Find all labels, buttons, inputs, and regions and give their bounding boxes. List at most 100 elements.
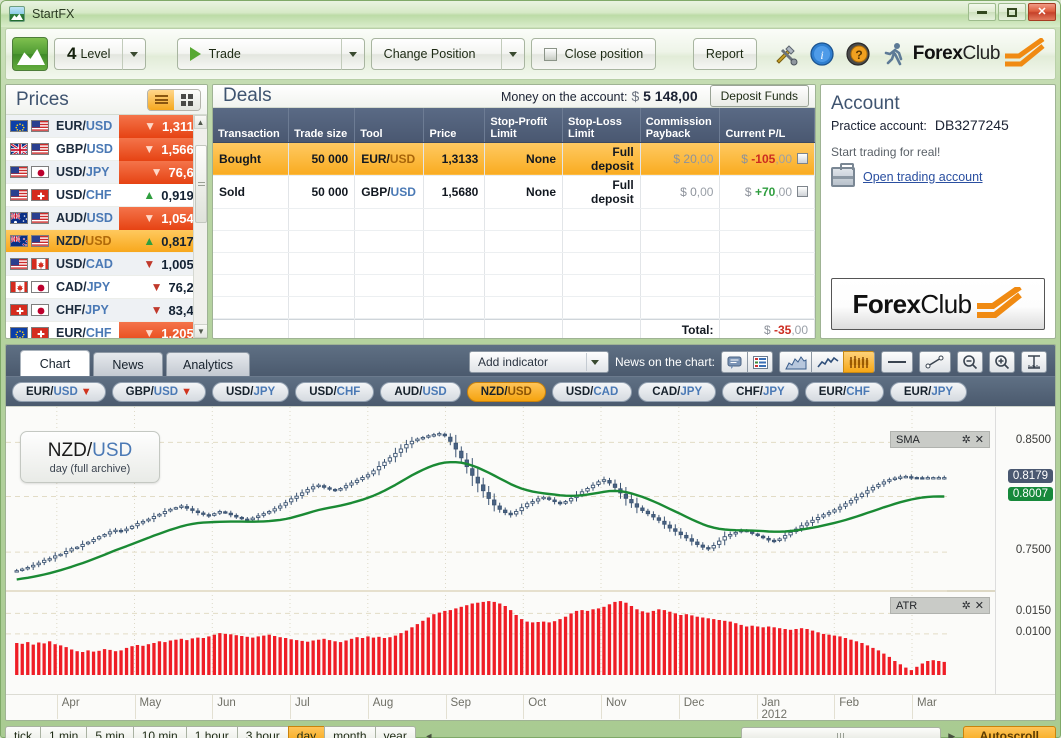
pair-chip-aud-usd[interactable]: AUD/USD	[380, 381, 461, 402]
tab-news[interactable]: News	[93, 352, 163, 376]
chart-scrollbar-thumb[interactable]	[740, 726, 941, 738]
level-dropdown-arrow[interactable]	[122, 38, 147, 70]
zoom-in-icon[interactable]	[989, 351, 1015, 373]
minimize-button[interactable]	[968, 3, 996, 21]
price-row[interactable]: USD/CAD ▼ 1,0054	[6, 253, 207, 276]
pair-chip-nzd-usd[interactable]: NZD/USD	[466, 381, 546, 402]
tab-chart[interactable]: Chart	[20, 350, 90, 376]
scroll-down-button[interactable]: ▼	[194, 324, 207, 338]
deals-column-header[interactable]: Price	[423, 108, 486, 143]
pair-chip-eur-usd[interactable]: EUR/USD ▼	[12, 381, 106, 402]
prices-scrollbar[interactable]: ▲ ▼	[193, 115, 207, 338]
gear-icon[interactable]: ✲	[962, 599, 971, 612]
timeframe-day[interactable]: day	[287, 725, 325, 738]
deals-column-header[interactable]: Stop-Loss Limit	[562, 108, 641, 143]
news-list-icon[interactable]	[747, 351, 773, 373]
gear-icon[interactable]: ✲	[962, 433, 971, 446]
prices-view-toggle[interactable]	[147, 88, 201, 111]
sma-indicator-label[interactable]: SMA ✲ ✕	[890, 431, 990, 448]
area-chart-icon[interactable]	[779, 351, 811, 373]
pl-indicator-box[interactable]	[797, 153, 808, 164]
pair-chip-gbp-usd[interactable]: GBP/USD ▼	[111, 381, 206, 402]
news-toggle-group[interactable]	[721, 351, 773, 373]
timeframe-month[interactable]: month	[324, 725, 375, 738]
close-icon[interactable]: ✕	[975, 599, 984, 612]
timeframe-10-min[interactable]: 10 min	[132, 725, 186, 738]
change-position-dropdown-arrow[interactable]	[500, 38, 525, 70]
timeframe-5-min[interactable]: 5 min	[86, 725, 133, 738]
deals-table-body[interactable]: Bought 50 000 EUR/USD 1,3133 None Full deposi…	[213, 142, 815, 319]
price-row[interactable]: GBP/USD ▼ 1,5666	[6, 137, 207, 161]
trade-control[interactable]: Trade	[176, 38, 365, 70]
deals-table-row[interactable]: Sold 50 000 GBP/USD 1,5680 None Full deposit $…	[213, 175, 815, 209]
trade-dropdown-arrow[interactable]	[340, 38, 365, 70]
news-bubble-icon[interactable]	[721, 351, 747, 373]
chart-tabs[interactable]: Chart News Analytics	[20, 350, 253, 376]
deals-column-header[interactable]: Stop-Profit Limit	[484, 108, 564, 143]
trade-button[interactable]: Trade	[176, 38, 341, 70]
deposit-funds-button[interactable]: Deposit Funds	[709, 85, 809, 107]
price-row[interactable]: AUD/USD ▼ 1,0540	[6, 206, 207, 230]
maximize-button[interactable]	[998, 3, 1026, 21]
list-view-icon[interactable]	[148, 89, 174, 110]
pair-chip-cad-jpy[interactable]: CAD/JPY	[638, 381, 717, 402]
deals-column-header[interactable]: Commission Payback	[640, 108, 721, 143]
prices-list[interactable]: EUR/USD ▼ 1,3112 GBP/USD ▼ 1,5666 USD/JPY ▼ 76,6…	[6, 115, 207, 338]
timeframe-buttons[interactable]: tick 1 min 5 min 10 min 1 hour 3 hour day month…	[5, 725, 416, 738]
pair-chip-eur-jpy[interactable]: EUR/JPY	[889, 381, 968, 402]
measure-icon[interactable]	[1021, 351, 1047, 373]
price-row[interactable]: EUR/CHF ▼ 1,2053	[6, 321, 207, 338]
chart-horizontal-scroll[interactable]: ▶ Autoscroll	[740, 725, 1056, 738]
price-row[interactable]: CHF/JPY ▼ 83,41	[6, 299, 207, 322]
running-man-icon[interactable]	[881, 41, 907, 67]
tools-icon[interactable]	[773, 41, 799, 67]
chevron-down-icon[interactable]	[585, 353, 604, 371]
autoscroll-button[interactable]: Autoscroll	[962, 725, 1056, 738]
report-button[interactable]: Report	[692, 38, 757, 70]
scroll-right-arrow[interactable]: ▶	[945, 727, 959, 738]
deals-table-row[interactable]: Bought 50 000 EUR/USD 1,3133 None Full deposi…	[213, 142, 815, 176]
deals-column-header[interactable]: Current P/L	[719, 108, 815, 143]
level-selector[interactable]: 4 Level	[54, 38, 147, 70]
price-row[interactable]: CAD/JPY ▼ 76,26	[6, 276, 207, 299]
pl-indicator-box[interactable]	[797, 186, 808, 197]
change-position-control[interactable]: Change Position	[370, 38, 525, 70]
pair-chip-chf-jpy[interactable]: CHF/JPY	[722, 381, 799, 402]
horizontal-line-icon[interactable]	[881, 351, 913, 373]
deals-column-header[interactable]: Trade size	[288, 108, 356, 143]
info-icon[interactable]: i	[809, 41, 835, 67]
timeframe-year[interactable]: year	[374, 725, 416, 738]
tab-analytics[interactable]: Analytics	[166, 352, 251, 376]
zoom-out-icon[interactable]	[957, 351, 983, 373]
level-button[interactable]: 4 Level	[54, 38, 123, 70]
change-position-button[interactable]: Change Position	[370, 38, 501, 70]
deals-column-header[interactable]: Tool	[354, 108, 425, 143]
close-icon[interactable]: ✕	[975, 433, 984, 446]
line-chart-icon[interactable]	[811, 351, 843, 373]
timeframe-tick[interactable]: tick	[5, 725, 40, 738]
open-account-row[interactable]: Open trading account	[831, 163, 1045, 187]
timeframe-collapse-arrow[interactable]: ◄	[422, 726, 436, 738]
scroll-up-button[interactable]: ▲	[194, 115, 207, 129]
timeframe-3-hour[interactable]: 3 hour	[236, 725, 288, 738]
close-position-button[interactable]: Close position	[530, 38, 657, 70]
timeframe-1-hour[interactable]: 1 hour	[185, 725, 237, 738]
price-row[interactable]: EUR/USD ▼ 1,3112	[6, 115, 207, 138]
price-row[interactable]: NZD/USD ▲ 0,8179	[6, 230, 207, 253]
chart-type-group[interactable]	[779, 351, 875, 373]
trend-line-icon[interactable]	[919, 351, 951, 373]
grid-view-icon[interactable]	[174, 89, 200, 110]
pair-chip-usd-chf[interactable]: USD/CHF	[295, 381, 375, 402]
price-row[interactable]: USD/JPY ▼ 76,67	[6, 160, 207, 184]
help-headset-icon[interactable]: ?	[845, 41, 871, 67]
deals-column-header[interactable]: Transaction	[213, 108, 290, 143]
pair-chip-eur-chf[interactable]: EUR/CHF	[804, 381, 884, 402]
price-row[interactable]: USD/CHF ▲ 0,9194	[6, 184, 207, 207]
candlestick-chart-icon[interactable]	[843, 351, 875, 373]
chart-mountain-icon-button[interactable]	[12, 37, 48, 71]
add-indicator-select[interactable]: Add indicator	[468, 351, 609, 373]
scrollbar-thumb[interactable]	[195, 145, 207, 223]
timeframe-1-min[interactable]: 1 min	[40, 725, 87, 738]
close-button[interactable]: ✕	[1028, 3, 1056, 21]
pair-chip-usd-jpy[interactable]: USD/JPY	[211, 381, 290, 402]
